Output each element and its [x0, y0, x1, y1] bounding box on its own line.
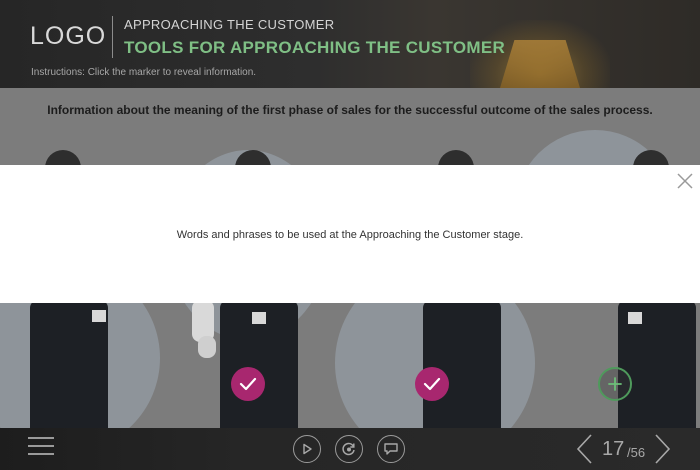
speech-bubble-icon	[384, 443, 398, 455]
close-button[interactable]	[676, 172, 694, 190]
checkmark-icon	[423, 377, 441, 391]
previous-button[interactable]	[575, 433, 595, 465]
employee-apron	[423, 300, 501, 428]
menu-icon-line	[28, 453, 54, 455]
logo: LOGO	[30, 22, 107, 50]
apron-pocket	[252, 312, 266, 324]
chevron-left-icon	[576, 434, 592, 464]
apron-pocket	[92, 310, 106, 322]
next-button[interactable]	[652, 433, 672, 465]
checkmark-icon	[239, 377, 257, 391]
page-title: TOOLS FOR APPROACHING THE CUSTOMER	[124, 38, 506, 57]
replay-button[interactable]	[335, 435, 363, 463]
section-title: APPROACHING THE CUSTOMER	[124, 17, 335, 32]
menu-icon-line	[28, 437, 54, 439]
header-divider	[112, 16, 113, 58]
slide-heading: Information about the meaning of the fir…	[47, 103, 653, 117]
marker-button-visited[interactable]	[231, 367, 265, 401]
play-button[interactable]	[293, 435, 321, 463]
apron-pocket	[628, 312, 642, 324]
page-current: 17	[602, 438, 625, 460]
chevron-right-icon	[655, 434, 671, 464]
menu-button[interactable]	[28, 437, 54, 461]
comments-button[interactable]	[377, 435, 405, 463]
player-footer: 17 /56	[0, 428, 700, 470]
marker-button-visited[interactable]	[415, 367, 449, 401]
marker-button-unvisited[interactable]	[598, 367, 632, 401]
replay-icon	[342, 442, 355, 456]
employee-hand	[198, 336, 216, 358]
play-icon	[303, 443, 312, 455]
page-total: /56	[627, 445, 646, 460]
close-icon	[677, 173, 693, 189]
popup-text: Words and phrases to be used at the Appr…	[176, 229, 524, 241]
info-popup: Words and phrases to be used at the Appr…	[0, 165, 700, 303]
menu-icon-line	[28, 445, 54, 447]
plus-icon	[608, 377, 622, 391]
header: LOGO APPROACHING THE CUSTOMER TOOLS FOR …	[0, 0, 700, 88]
instructions-text: Instructions: Click the marker to reveal…	[31, 67, 257, 78]
